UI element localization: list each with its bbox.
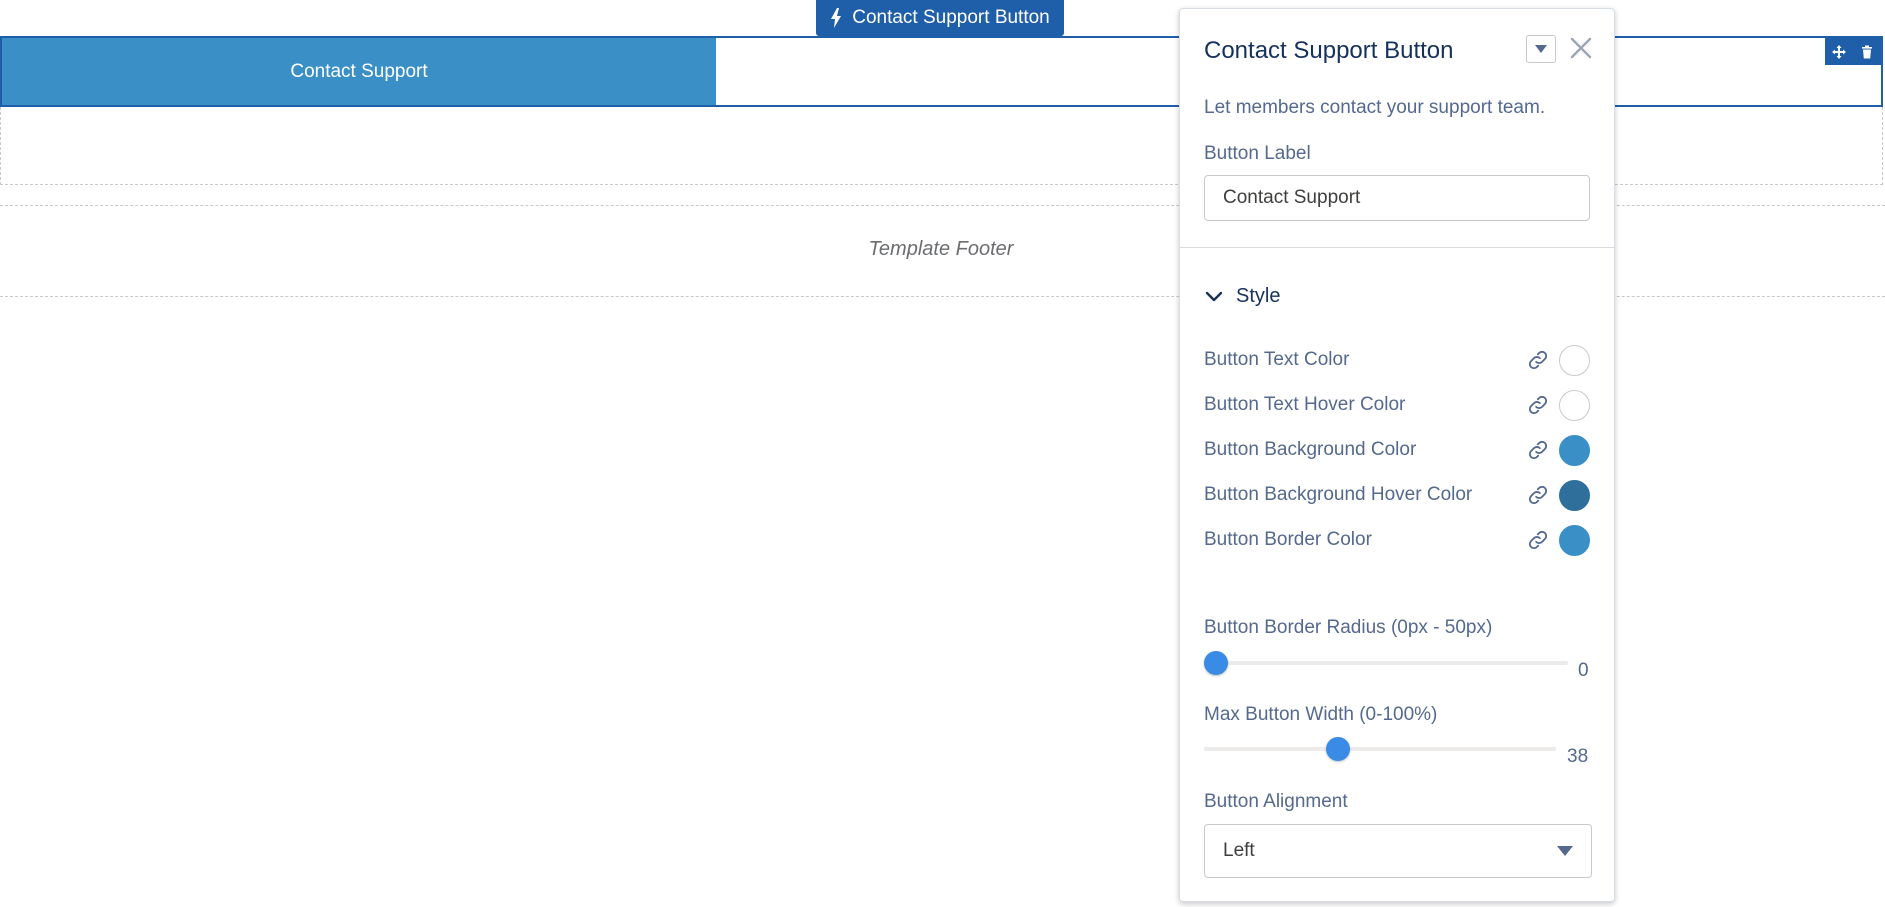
max-width-value: 38 [1567, 746, 1589, 767]
caret-down-icon [1557, 846, 1573, 856]
chevron-down-icon [1205, 291, 1223, 301]
property-panel: Contact Support Button Let members conta… [1179, 8, 1615, 902]
contact-support-button[interactable]: Contact Support [2, 38, 716, 105]
color-row-label: Button Border Color [1204, 529, 1372, 550]
alignment-label: Button Alignment [1204, 791, 1348, 812]
component-name-tab[interactable]: Contact Support Button [816, 0, 1064, 36]
border-radius-label: Button Border Radius (0px - 50px) [1204, 617, 1493, 638]
panel-divider [1180, 247, 1614, 248]
lightning-bolt-icon [831, 8, 842, 28]
color-row-label: Button Text Color [1204, 349, 1350, 370]
style-section-toggle[interactable]: Style [1204, 285, 1280, 308]
color-row-button-background: Button Background Color [1204, 433, 1590, 467]
link-icon[interactable] [1527, 484, 1549, 506]
close-icon [1570, 37, 1592, 59]
color-row-button-text-hover: Button Text Hover Color [1204, 388, 1590, 422]
trash-icon[interactable] [1859, 44, 1875, 60]
slider-thumb[interactable] [1325, 737, 1350, 761]
button-label-input[interactable] [1204, 175, 1590, 221]
panel-menu-button[interactable] [1526, 35, 1556, 63]
button-label-field-label: Button Label [1204, 143, 1311, 164]
color-swatch[interactable] [1559, 389, 1590, 421]
color-row-label: Button Text Hover Color [1204, 394, 1406, 415]
alignment-select[interactable]: Left [1204, 824, 1592, 878]
link-icon[interactable] [1527, 349, 1549, 371]
panel-title: Contact Support Button [1204, 37, 1454, 64]
link-icon[interactable] [1527, 529, 1549, 551]
color-row-button-text: Button Text Color [1204, 343, 1590, 377]
max-width-label: Max Button Width (0-100%) [1204, 704, 1438, 725]
color-swatch[interactable] [1559, 434, 1590, 466]
color-swatch[interactable] [1559, 479, 1590, 511]
color-swatch[interactable] [1559, 344, 1590, 376]
link-icon[interactable] [1527, 394, 1549, 416]
color-row-label: Button Background Hover Color [1204, 484, 1473, 505]
template-footer-label: Template Footer [868, 238, 1014, 260]
component-name-label: Contact Support Button [852, 7, 1050, 28]
border-radius-slider[interactable] [1204, 651, 1568, 675]
link-icon[interactable] [1527, 439, 1549, 461]
panel-description: Let members contact your support team. [1204, 97, 1546, 118]
slider-track[interactable] [1204, 747, 1556, 751]
slider-thumb[interactable] [1204, 651, 1228, 675]
slider-track[interactable] [1204, 661, 1568, 665]
caret-down-icon [1535, 45, 1547, 53]
style-section-title: Style [1236, 285, 1281, 307]
contact-support-button-label: Contact Support [290, 60, 428, 82]
color-row-button-border: Button Border Color [1204, 523, 1590, 557]
border-radius-value: 0 [1578, 660, 1589, 681]
alignment-selected-value: Left [1223, 840, 1255, 861]
close-button[interactable] [1566, 33, 1596, 63]
color-row-button-background-hover: Button Background Hover Color [1204, 478, 1590, 512]
color-swatch[interactable] [1559, 524, 1590, 556]
move-icon[interactable] [1831, 44, 1847, 60]
color-row-label: Button Background Color [1204, 439, 1417, 460]
component-actions [1825, 38, 1881, 65]
max-width-slider[interactable] [1204, 737, 1556, 761]
